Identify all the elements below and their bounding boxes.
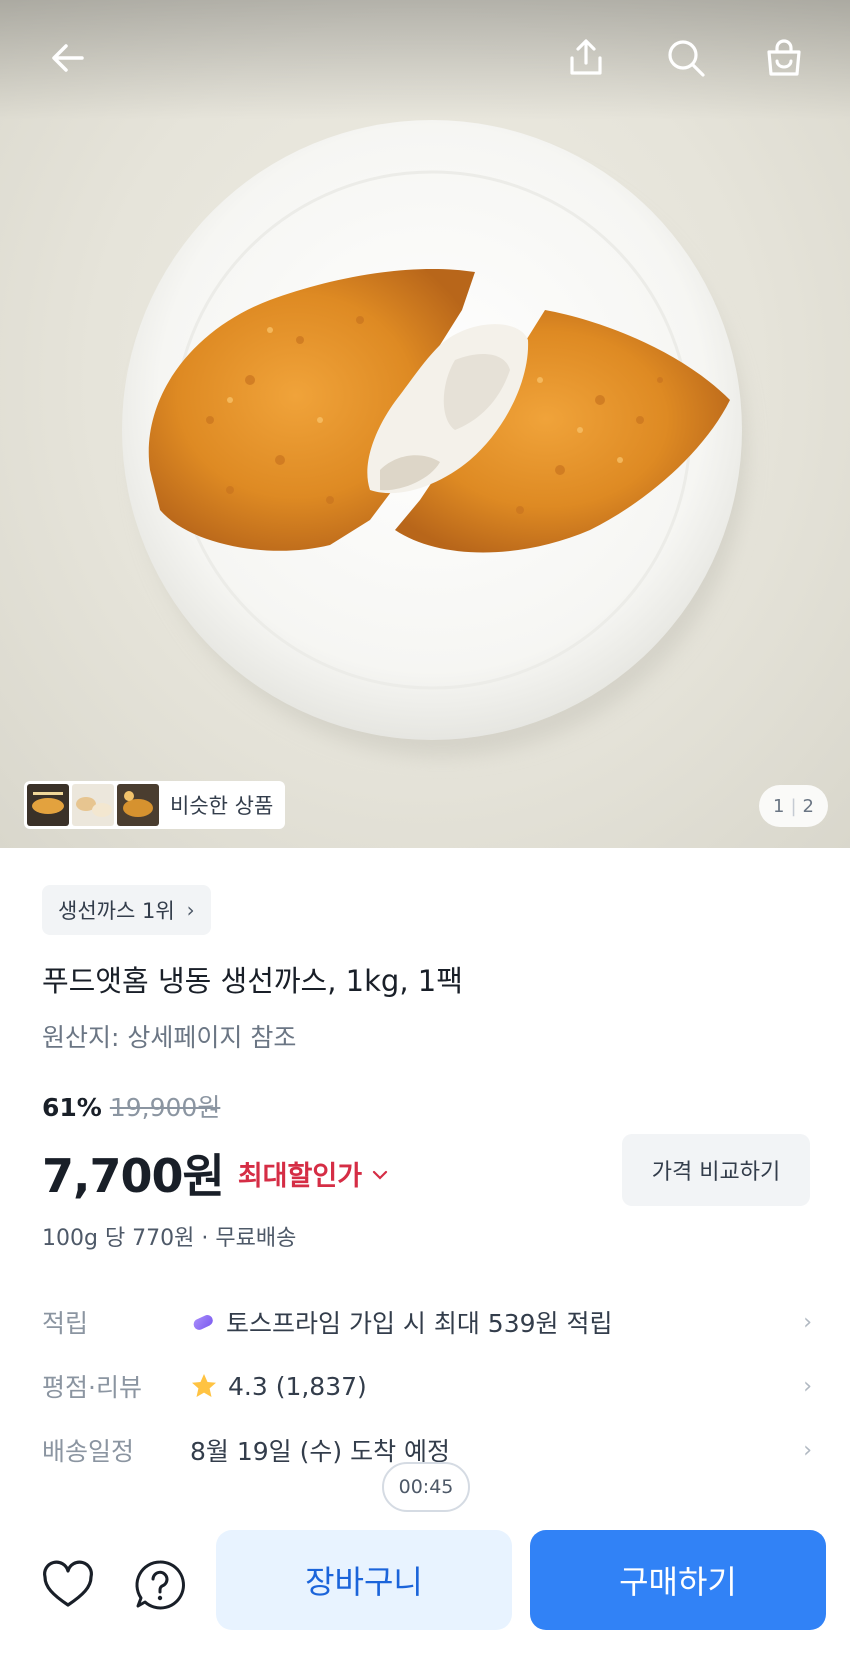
similar-products-button[interactable]: 비슷한 상품 [24,781,286,829]
buy-now-button[interactable]: 구매하기 [530,1530,826,1630]
sale-price: 7,700원 [42,1149,225,1203]
pager-separator: | [790,795,797,817]
pager-total: 2 [802,795,814,817]
price-row: 7,700원 최대할인가 [42,1140,388,1206]
price-compare-button[interactable]: 가격 비교하기 [622,1134,810,1206]
rating-review-value: 4.3 (1,837) [228,1371,367,1401]
product-image-carousel[interactable]: 비슷한 상품 1 | 2 [0,0,850,848]
reward-value: 토스프라임 가입 시 최대 539원 적립 [226,1309,613,1338]
discount-rate: 61% [42,1093,102,1122]
chevron-right-icon: › [803,1373,812,1399]
similar-product-thumbnail [117,784,159,826]
rating-review-label: 평점·리뷰 [42,1373,142,1402]
share-icon[interactable] [558,30,614,86]
unit-price-shipping: 100g 당 770원 · 무료배송 [42,1226,297,1251]
rating-review-row[interactable]: 평점·리뷰 4.3 (1,837) › [42,1364,812,1408]
reward-label: 적립 [42,1309,89,1338]
rank-badge-label: 생선까스 1위 [58,899,175,923]
timer-badge: 00:45 [382,1462,470,1512]
similar-product-thumbnail [72,784,114,826]
category-rank-badge[interactable]: 생선까스 1위 › [42,885,211,935]
chevron-right-icon: › [803,1309,812,1335]
product-origin: 원산지: 상세페이지 참조 [42,1023,297,1052]
pager-current: 1 [773,795,785,817]
shopping-bag-icon[interactable] [756,30,812,86]
similar-product-thumbnail [27,784,69,826]
max-discount-toggle[interactable]: 최대할인가 [238,1154,362,1193]
search-icon[interactable] [658,30,714,86]
similar-products-label: 비슷한 상품 [170,794,274,818]
reward-row[interactable]: 적립 토스프라임 가입 시 최대 539원 적립 › [42,1300,812,1344]
add-to-cart-button[interactable]: 장바구니 [216,1530,512,1630]
product-title: 푸드앳홈 냉동 생선까스, 1kg, 1팩 [42,964,463,998]
chevron-right-icon: › [803,1437,812,1463]
fried-fish-cutlet-photo [122,120,747,757]
discount-row: 61% 19,900원 [42,1088,220,1124]
back-arrow-icon[interactable] [40,30,96,86]
chevron-right-icon: › [186,898,195,922]
delivery-label: 배송일정 [42,1437,135,1466]
original-price: 19,900원 [109,1093,221,1122]
chevron-down-icon[interactable] [372,1161,388,1185]
image-pager: 1 | 2 [759,785,828,827]
toss-prime-icon [193,1315,213,1330]
help-icon[interactable] [128,1553,192,1617]
heart-icon[interactable] [36,1553,100,1617]
top-navigation-bar [0,0,850,120]
star-icon [192,1374,216,1397]
